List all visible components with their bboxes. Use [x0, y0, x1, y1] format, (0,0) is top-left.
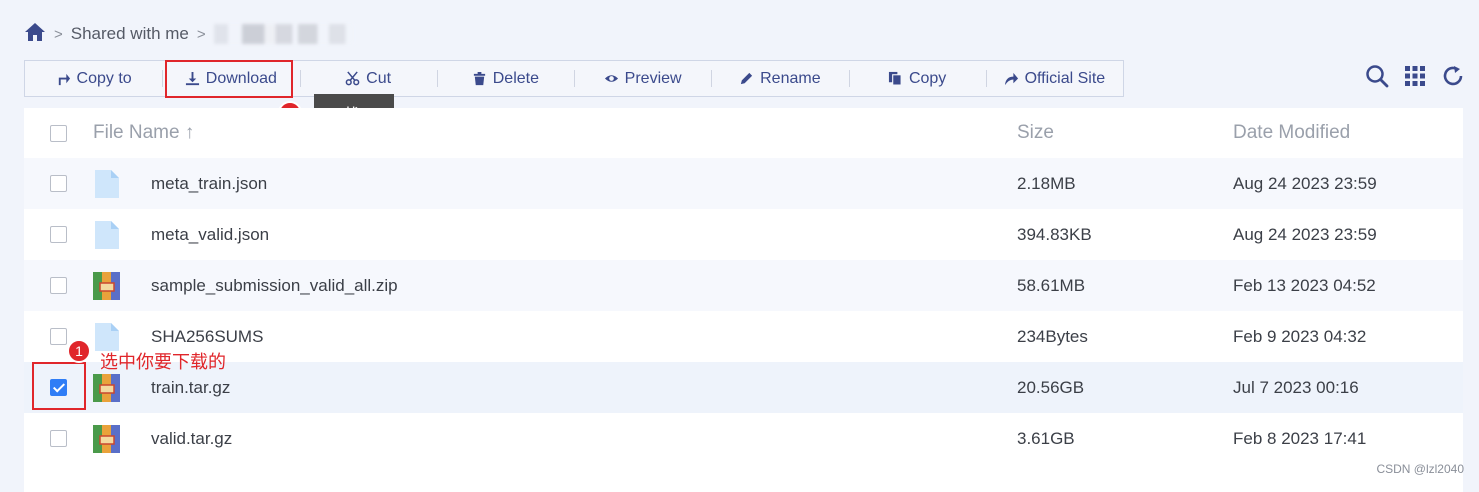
table-row[interactable]: train.tar.gz 20.56GB Jul 7 2023 00:16: [24, 362, 1463, 413]
table-row[interactable]: SHA256SUMS 234Bytes Feb 9 2023 04:32: [24, 311, 1463, 362]
table-row[interactable]: meta_train.json 2.18MB Aug 24 2023 23:59: [24, 158, 1463, 209]
watermark: CSDN @lzl2040: [1376, 462, 1464, 476]
scissors-icon: [345, 71, 360, 86]
row-checkbox[interactable]: [50, 277, 67, 294]
file-date: Feb 8 2023 17:41: [1233, 428, 1367, 448]
file-date: Jul 7 2023 00:16: [1233, 377, 1359, 397]
sort-arrow-icon: ↑: [184, 122, 195, 143]
row-checkbox[interactable]: [50, 226, 67, 243]
home-icon[interactable]: [24, 22, 46, 47]
archive-file-icon: [93, 271, 120, 300]
view-tools: [1365, 64, 1465, 92]
copy-button[interactable]: Copy: [848, 61, 986, 96]
chevron-right-icon: >: [54, 25, 63, 43]
file-name[interactable]: meta_valid.json: [151, 225, 269, 245]
forward-arrow-icon: [1004, 72, 1018, 86]
file-date: Aug 24 2023 23:59: [1233, 173, 1377, 193]
table-row[interactable]: meta_valid.json 394.83KB Aug 24 2023 23:59: [24, 209, 1463, 260]
copy-to-button[interactable]: Copy to: [25, 61, 162, 96]
table-header: File Name ↑ Size Date Modified: [24, 108, 1463, 158]
file-size: 2.18MB: [1017, 173, 1076, 193]
share-arrow-icon: [58, 73, 70, 86]
file-date: Aug 24 2023 23:59: [1233, 224, 1377, 244]
rename-button[interactable]: Rename: [711, 61, 848, 96]
trash-icon: [473, 71, 485, 86]
file-name[interactable]: SHA256SUMS: [151, 327, 263, 347]
row-checkbox[interactable]: [50, 328, 67, 345]
document-file-icon: [93, 322, 120, 351]
refresh-icon[interactable]: [1441, 64, 1465, 93]
official-site-button[interactable]: Official Site: [985, 61, 1123, 96]
file-name[interactable]: sample_submission_valid_all.zip: [151, 276, 398, 296]
archive-file-icon: [93, 424, 120, 453]
file-size: 20.56GB: [1017, 377, 1085, 397]
file-size: 394.83KB: [1017, 224, 1092, 244]
document-file-icon: [93, 220, 120, 249]
file-size: 58.61MB: [1017, 275, 1086, 295]
chevron-right-icon: >: [196, 25, 206, 43]
download-icon: [185, 71, 199, 86]
delete-button[interactable]: Delete: [436, 61, 574, 96]
file-table: File Name ↑ Size Date Modified meta_trai…: [24, 108, 1463, 492]
cut-button[interactable]: Cut: [299, 61, 437, 96]
column-header-name[interactable]: File Name ↑: [93, 122, 194, 144]
file-size: 234Bytes: [1017, 326, 1088, 346]
row-checkbox[interactable]: [50, 175, 67, 192]
table-row[interactable]: sample_submission_valid_all.zip 58.61MB Fe…: [24, 260, 1463, 311]
copy-icon: [888, 71, 902, 86]
step-1-badge: 1: [67, 339, 91, 363]
grid-icon[interactable]: [1403, 64, 1427, 93]
file-date: Feb 9 2023 04:32: [1233, 326, 1367, 346]
eye-icon: [604, 75, 618, 82]
select-annotation: 选中你要下载的: [100, 352, 226, 372]
table-row[interactable]: valid.tar.gz 3.61GB Feb 8 2023 17:41: [24, 413, 1463, 464]
file-name[interactable]: valid.tar.gz: [151, 429, 232, 449]
pencil-icon: [741, 72, 753, 85]
toolbar: Copy to Download Cut Delete Preview Rena…: [24, 60, 1124, 97]
column-header-size[interactable]: Size: [1017, 122, 1054, 144]
column-header-date[interactable]: Date Modified: [1233, 122, 1350, 144]
breadcrumb: > Shared with me >: [24, 20, 354, 48]
file-size: 3.61GB: [1017, 428, 1075, 448]
row-checkbox[interactable]: [50, 430, 67, 447]
file-name[interactable]: meta_train.json: [151, 174, 267, 194]
search-icon[interactable]: [1365, 64, 1389, 93]
download-button[interactable]: Download: [162, 61, 299, 96]
breadcrumb-item-shared[interactable]: Shared with me: [71, 24, 189, 44]
document-file-icon: [93, 169, 120, 198]
breadcrumb-item-redacted[interactable]: [213, 24, 354, 44]
archive-file-icon: [93, 373, 120, 402]
select-all-checkbox[interactable]: [50, 124, 67, 142]
file-name[interactable]: train.tar.gz: [151, 378, 230, 398]
row-checkbox[interactable]: [50, 379, 67, 396]
file-date: Feb 13 2023 04:52: [1233, 275, 1376, 295]
preview-button[interactable]: Preview: [574, 61, 711, 96]
